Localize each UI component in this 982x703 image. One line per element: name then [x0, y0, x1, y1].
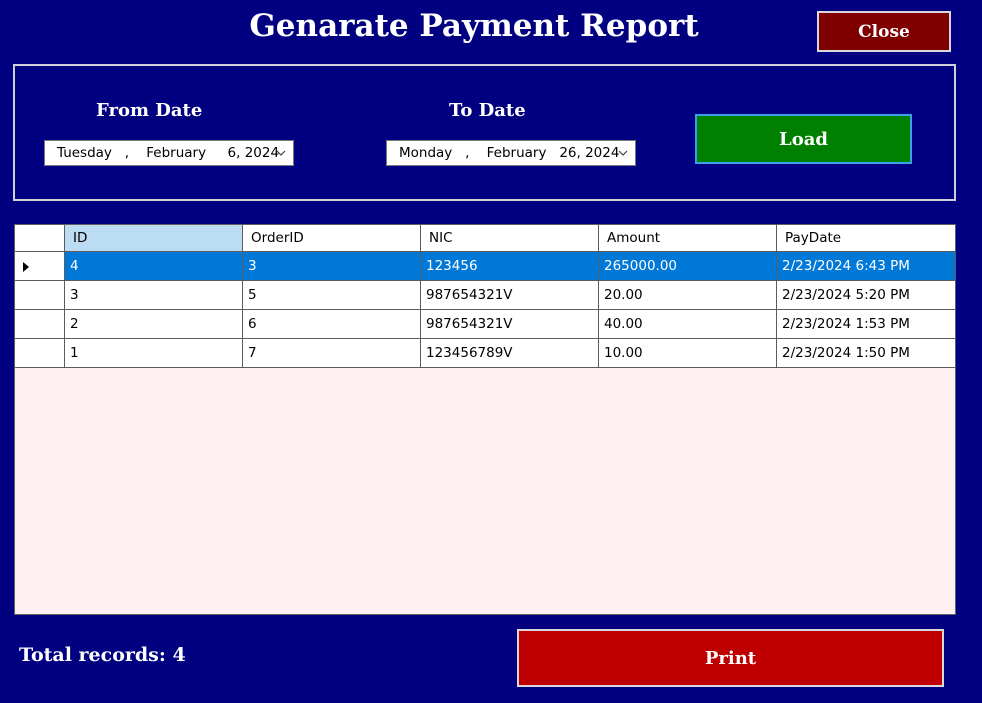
column-header-amount[interactable]: Amount	[599, 225, 777, 252]
row-header[interactable]	[15, 310, 65, 339]
grid-header: ID OrderID NIC Amount PayDate	[15, 225, 955, 254]
cell-nic[interactable]: 123456789V	[421, 339, 599, 368]
to-date-label: To Date	[449, 100, 526, 121]
cell-id[interactable]: 3	[65, 281, 243, 310]
cell-id[interactable]: 1	[65, 339, 243, 368]
print-button[interactable]: Print	[517, 629, 944, 687]
cell-nic[interactable]: 123456	[421, 252, 599, 281]
chevron-down-icon[interactable]	[275, 147, 287, 159]
chevron-down-icon[interactable]	[617, 147, 629, 159]
cell-nic[interactable]: 987654321V	[421, 310, 599, 339]
cell-amount[interactable]: 10.00	[599, 339, 777, 368]
close-button[interactable]: Close	[817, 11, 951, 52]
row-header[interactable]	[15, 281, 65, 310]
cell-amount[interactable]: 40.00	[599, 310, 777, 339]
load-button[interactable]: Load	[695, 114, 912, 164]
from-date-label: From Date	[96, 100, 203, 121]
column-header-paydate[interactable]: PayDate	[777, 225, 955, 252]
current-row-arrow-icon	[23, 262, 29, 272]
table-row[interactable]: 4 3 123456 265000.00 2/23/2024 6:43 PM	[15, 252, 955, 281]
row-header[interactable]	[15, 339, 65, 368]
cell-orderid[interactable]: 6	[243, 310, 421, 339]
to-date-value: Monday , February 26, 2024	[399, 145, 620, 161]
column-header-nic[interactable]: NIC	[421, 225, 599, 252]
column-header-orderid[interactable]: OrderID	[243, 225, 421, 252]
cell-id[interactable]: 4	[65, 252, 243, 281]
from-date-value: Tuesday , February 6, 2024	[57, 145, 280, 161]
cell-paydate[interactable]: 2/23/2024 1:53 PM	[777, 310, 955, 339]
cell-orderid[interactable]: 5	[243, 281, 421, 310]
column-header-id[interactable]: ID	[65, 225, 243, 252]
to-date-picker[interactable]: Monday , February 26, 2024	[386, 140, 636, 166]
cell-paydate[interactable]: 2/23/2024 1:50 PM	[777, 339, 955, 368]
row-header-corner[interactable]	[15, 225, 65, 252]
cell-paydate[interactable]: 2/23/2024 6:43 PM	[777, 252, 955, 281]
total-records-label: Total records: 4	[19, 644, 186, 666]
cell-amount[interactable]: 20.00	[599, 281, 777, 310]
cell-orderid[interactable]: 3	[243, 252, 421, 281]
cell-id[interactable]: 2	[65, 310, 243, 339]
page-title: Genarate Payment Report	[249, 8, 699, 44]
payment-grid[interactable]: ID OrderID NIC Amount PayDate 4 3 123456…	[14, 224, 956, 615]
cell-orderid[interactable]: 7	[243, 339, 421, 368]
table-row[interactable]: 3 5 987654321V 20.00 2/23/2024 5:20 PM	[15, 281, 955, 310]
table-row[interactable]: 1 7 123456789V 10.00 2/23/2024 1:50 PM	[15, 339, 955, 368]
table-row[interactable]: 2 6 987654321V 40.00 2/23/2024 1:53 PM	[15, 310, 955, 339]
row-header[interactable]	[15, 252, 65, 281]
from-date-picker[interactable]: Tuesday , February 6, 2024	[44, 140, 294, 166]
cell-amount[interactable]: 265000.00	[599, 252, 777, 281]
cell-paydate[interactable]: 2/23/2024 5:20 PM	[777, 281, 955, 310]
cell-nic[interactable]: 987654321V	[421, 281, 599, 310]
